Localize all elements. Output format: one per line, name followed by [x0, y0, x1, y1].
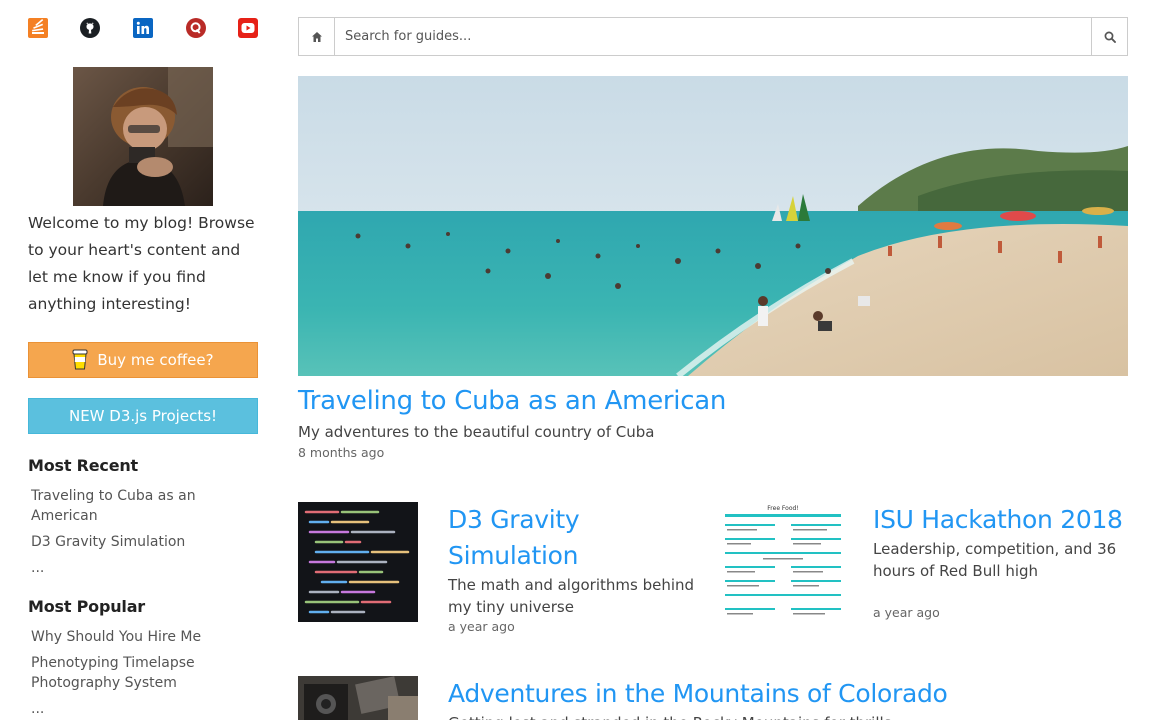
most-recent-heading: Most Recent: [28, 456, 139, 475]
post-title-isu-hackathon[interactable]: ISU Hackathon 2018: [873, 502, 1133, 538]
search-bar: [298, 17, 1128, 56]
post-date-d3-gravity: a year ago: [448, 619, 515, 634]
home-icon: [311, 31, 322, 42]
search-input[interactable]: [335, 18, 1091, 55]
post-subtitle-colorado: Getting lost and stranded in the Rocky M…: [448, 712, 1148, 720]
quora-icon[interactable]: [186, 18, 206, 38]
hero-post-date: 8 months ago: [298, 445, 385, 460]
post-title-colorado[interactable]: Adventures in the Mountains of Colorado: [448, 676, 1148, 712]
thumbnail-camera[interactable]: [298, 676, 418, 720]
hero-post-subtitle: My adventures to the beautiful country o…: [298, 423, 655, 441]
hackathon-thumb-header: Free Food!: [767, 505, 798, 512]
home-button[interactable]: [299, 18, 335, 55]
hero-image-cuba-beach[interactable]: [298, 76, 1128, 376]
welcome-text: Welcome to my blog! Browse to your heart…: [28, 214, 255, 313]
most-popular-list: Why Should You Hire Me Phenotyping Timel…: [31, 627, 246, 720]
coffee-cup-icon: [72, 349, 88, 371]
popular-item-phenotyping[interactable]: Phenotyping Timelapse Photography System: [31, 653, 246, 693]
github-icon[interactable]: [80, 18, 100, 38]
thumbnail-hackathon-schedule[interactable]: Free Food!: [723, 502, 843, 622]
most-popular-heading: Most Popular: [28, 597, 145, 616]
youtube-icon[interactable]: [238, 18, 258, 38]
buy-me-coffee-button[interactable]: Buy me coffee?: [28, 342, 258, 378]
recent-item-cuba[interactable]: Traveling to Cuba as an American: [31, 486, 246, 526]
post-subtitle-d3-gravity: The math and algorithms behind my tiny u…: [448, 576, 695, 616]
search-icon: [1104, 31, 1116, 43]
d3-projects-label: NEW D3.js Projects!: [68, 407, 218, 425]
stackoverflow-icon[interactable]: [28, 18, 48, 38]
buy-me-coffee-label: Buy me coffee?: [97, 351, 214, 369]
post-title-d3-gravity[interactable]: D3 Gravity Simulation: [448, 502, 698, 574]
profile-photo: [73, 67, 213, 206]
post-date-isu-hackathon: a year ago: [873, 605, 940, 620]
most-recent-list: Traveling to Cuba as an American D3 Grav…: [31, 486, 246, 584]
social-links: [28, 18, 258, 38]
recent-item-gravity[interactable]: D3 Gravity Simulation: [31, 532, 246, 552]
linkedin-icon[interactable]: [133, 18, 153, 38]
recent-more-link[interactable]: ...: [31, 558, 246, 578]
d3-projects-button[interactable]: NEW D3.js Projects!: [28, 398, 258, 434]
post-subtitle-isu-hackathon: Leadership, competition, and 36 hours of…: [873, 540, 1117, 580]
search-button[interactable]: [1091, 18, 1127, 55]
popular-item-hire-me[interactable]: Why Should You Hire Me: [31, 627, 246, 647]
popular-more-link[interactable]: ...: [31, 699, 246, 719]
thumbnail-code[interactable]: [298, 502, 418, 622]
hero-post-title[interactable]: Traveling to Cuba as an American: [298, 386, 726, 416]
